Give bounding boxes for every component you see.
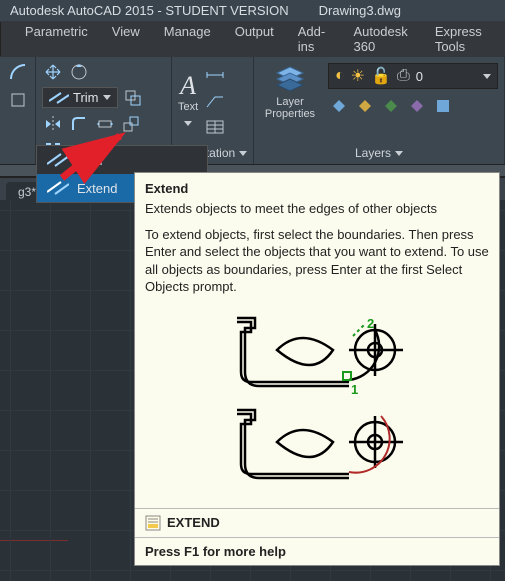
ribbon-group-layers: Layer Properties ◐ ☀ 🔓 ⎙ 0 bbox=[254, 57, 505, 164]
layer-match-icon[interactable] bbox=[406, 95, 428, 117]
layer-state-icon[interactable] bbox=[432, 95, 454, 117]
tooltip-command-row: EXTEND bbox=[135, 508, 499, 537]
menu-manage[interactable]: Manage bbox=[152, 21, 223, 57]
red-arrow-annotation bbox=[56, 128, 136, 184]
lightbulb-icon: ◐ bbox=[335, 67, 345, 85]
file-tab-label: g3* bbox=[18, 185, 36, 199]
layer-off-icon[interactable] bbox=[328, 95, 350, 117]
tooltip-command-name: EXTEND bbox=[167, 515, 220, 530]
arc-icon[interactable] bbox=[7, 61, 29, 83]
title-bar: Autodesk AutoCAD 2015 - STUDENT VERSION … bbox=[0, 0, 505, 21]
tooltip-body: To extend objects, first select the boun… bbox=[145, 226, 489, 296]
chevron-down-icon bbox=[483, 74, 491, 79]
command-icon bbox=[145, 515, 161, 531]
marker-1: 1 bbox=[351, 382, 358, 397]
rotate-icon[interactable] bbox=[68, 61, 90, 83]
marker-2: 2 bbox=[367, 316, 374, 331]
shape-icon[interactable] bbox=[7, 89, 29, 111]
chevron-down-icon bbox=[184, 121, 192, 126]
tooltip-summary: Extends objects to meet the edges of oth… bbox=[145, 200, 489, 218]
lock-icon: 🔓 bbox=[371, 66, 391, 86]
chevron-down-icon bbox=[395, 151, 403, 156]
menu-view[interactable]: View bbox=[100, 21, 152, 57]
ribbon-group-draw bbox=[0, 57, 36, 164]
layer-lock-icon[interactable] bbox=[380, 95, 402, 117]
layer-properties-button[interactable]: Layer Properties bbox=[260, 63, 320, 120]
text-button-label: Text bbox=[178, 101, 198, 113]
chevron-down-icon bbox=[239, 151, 247, 156]
menu-bar: Parametric View Manage Output Add-ins Au… bbox=[0, 21, 505, 57]
document-name: Drawing3.dwg bbox=[319, 3, 401, 18]
menu-express-tools[interactable]: Express Tools bbox=[423, 21, 505, 57]
layer-properties-label: Layer Properties bbox=[260, 96, 320, 120]
table-icon[interactable] bbox=[204, 116, 226, 138]
tooltip-title: Extend bbox=[145, 181, 489, 196]
print-icon: ⎙ bbox=[397, 67, 410, 85]
dimension-icon[interactable] bbox=[204, 64, 226, 86]
menu-autodesk360[interactable]: Autodesk 360 bbox=[342, 21, 423, 57]
app-title: Autodesk AutoCAD 2015 - STUDENT VERSION bbox=[10, 3, 289, 18]
menu-output[interactable]: Output bbox=[223, 21, 286, 57]
text-button[interactable]: A Text bbox=[178, 71, 198, 131]
sun-icon: ☀ bbox=[351, 66, 365, 86]
trim-icon bbox=[49, 91, 69, 105]
layer-selector[interactable]: ◐ ☀ 🔓 ⎙ 0 bbox=[328, 63, 498, 89]
menu-addins[interactable]: Add-ins bbox=[286, 21, 342, 57]
tooltip-illustration: 2 1 bbox=[145, 304, 489, 500]
extend-tooltip: Extend Extends objects to meet the edges… bbox=[134, 172, 500, 566]
chevron-down-icon bbox=[103, 95, 111, 100]
tooltip-help-text: Press F1 for more help bbox=[135, 537, 499, 565]
layers-panel-label: Layers bbox=[355, 146, 391, 160]
text-a-icon: A bbox=[178, 71, 198, 101]
layer-freeze-icon[interactable] bbox=[354, 95, 376, 117]
layer-properties-icon bbox=[273, 63, 307, 91]
trim-button[interactable]: Trim bbox=[42, 87, 118, 108]
copy-icon[interactable] bbox=[122, 87, 144, 109]
leader-icon[interactable] bbox=[204, 90, 226, 112]
move-icon[interactable] bbox=[42, 61, 64, 83]
trim-label: Trim bbox=[73, 90, 99, 105]
current-layer-name: 0 bbox=[416, 69, 423, 84]
menu-parametric[interactable]: Parametric bbox=[13, 21, 100, 57]
